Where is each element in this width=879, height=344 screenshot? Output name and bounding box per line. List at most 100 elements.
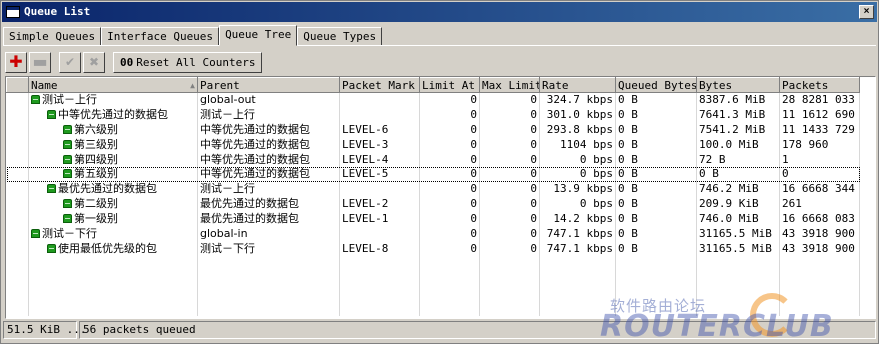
cell-rate: 13.9 kbps bbox=[539, 181, 616, 197]
cell-packets: 16 6668 083 bbox=[779, 211, 860, 227]
queue-name: 测试－下行 bbox=[42, 226, 97, 240]
cell-packet-mark: LEVEL-2 bbox=[339, 196, 420, 212]
table-row[interactable]: 第二级别 最优先通过的数据包 LEVEL-2 0 0 0 bps 0 B 209.9 KiB 2… bbox=[6, 196, 860, 212]
cell-parent: global-in bbox=[197, 226, 340, 242]
row-flag-cell bbox=[6, 196, 29, 212]
cross-icon: ✖ bbox=[88, 55, 100, 69]
cell-queued-bytes: 0 B bbox=[615, 107, 697, 123]
cell-rate: 324.7 kbps bbox=[539, 92, 616, 108]
empty-row bbox=[6, 300, 860, 316]
table-row[interactable]: 第六级别 中等优先通过的数据包 LEVEL-6 0 0 293.8 kbps 0 B 7541… bbox=[6, 122, 860, 138]
row-flag-cell bbox=[6, 107, 29, 123]
cell-limit-at: 0 bbox=[419, 152, 480, 167]
cell-parent: 中等优先通过的数据包 bbox=[197, 166, 340, 182]
cell-parent: 中等优先通过的数据包 bbox=[197, 152, 340, 167]
close-button[interactable]: × bbox=[859, 5, 874, 19]
cell-max-limit: 0 bbox=[479, 241, 540, 257]
cell-packet-mark: LEVEL-1 bbox=[339, 211, 420, 227]
title-bar[interactable]: Queue List × bbox=[2, 2, 877, 22]
column-header-packet-mark[interactable]: Packet Mark bbox=[339, 77, 420, 93]
queue-name: 第一级别 bbox=[74, 212, 118, 226]
cell-queued-bytes: 0 B bbox=[615, 241, 697, 257]
cell-max-limit: 0 bbox=[479, 226, 540, 242]
column-header-packets[interactable]: Packets bbox=[779, 77, 860, 93]
cell-name: 第三级别 bbox=[28, 137, 198, 153]
cell-packets: 261 bbox=[779, 196, 860, 212]
column-header-limit-at[interactable]: Limit At bbox=[419, 77, 480, 93]
table-row[interactable]: 最优先通过的数据包 测试－上行 0 0 13.9 kbps 0 B 746.2 MiB 16 … bbox=[6, 181, 860, 197]
cell-parent: 中等优先通过的数据包 bbox=[197, 122, 340, 138]
cell-bytes: 31165.5 MiB bbox=[696, 241, 780, 257]
row-flag-cell bbox=[6, 241, 29, 257]
column-header-max-limit[interactable]: Max Limit bbox=[479, 77, 540, 93]
cell-limit-at: 0 bbox=[419, 137, 480, 153]
cell-bytes: 746.0 MiB bbox=[696, 211, 780, 227]
column-header-queued-bytes[interactable]: Queued Bytes bbox=[615, 77, 697, 93]
table-row[interactable]: 第三级别 中等优先通过的数据包 LEVEL-3 0 0 1104 bps 0 B 100.0 … bbox=[6, 137, 860, 153]
column-header-flags[interactable] bbox=[6, 77, 29, 93]
cell-queued-bytes: 0 B bbox=[615, 166, 697, 182]
cell-limit-at: 0 bbox=[419, 196, 480, 212]
table-row[interactable]: 第一级别 最优先通过的数据包 LEVEL-1 0 0 14.2 kbps 0 B 746.0 … bbox=[6, 211, 860, 227]
queue-name: 第三级别 bbox=[74, 137, 118, 151]
cell-packet-mark: LEVEL-4 bbox=[339, 152, 420, 167]
row-flag-cell bbox=[6, 166, 29, 182]
cell-queued-bytes: 0 B bbox=[615, 226, 697, 242]
check-icon: ✔ bbox=[64, 55, 76, 69]
table-row[interactable]: 第四级别 中等优先通过的数据包 LEVEL-4 0 0 0 bps 0 B 72 B1 bbox=[6, 152, 860, 167]
queue-name: 测试－上行 bbox=[42, 93, 97, 107]
cell-packet-mark bbox=[339, 181, 420, 197]
reset-all-counters-button[interactable]: 00 Reset All Counters bbox=[113, 51, 263, 73]
enable-button[interactable]: ✔ bbox=[59, 51, 81, 73]
cell-packets: 178 960 bbox=[779, 137, 860, 153]
cell-rate: 0 bps bbox=[539, 196, 616, 212]
column-header-parent[interactable]: Parent bbox=[197, 77, 340, 93]
table-row[interactable]: 中等优先通过的数据包 测试－上行 0 0 301.0 kbps 0 B 7641.3 MiB… bbox=[6, 107, 860, 123]
cell-packet-mark bbox=[339, 92, 420, 108]
queue-icon bbox=[63, 169, 72, 179]
cell-parent: 测试－上行 bbox=[197, 181, 340, 197]
tab-interface-queues[interactable]: Interface Queues bbox=[101, 27, 220, 46]
cell-max-limit: 0 bbox=[479, 137, 540, 153]
plus-icon: ✚ bbox=[9, 52, 23, 71]
table-row[interactable]: 测试－下行 global-in 0 0 747.1 kbps 0 B 31165.5 MiB… bbox=[6, 226, 860, 242]
cell-rate: 293.8 kbps bbox=[539, 122, 616, 138]
cell-max-limit: 0 bbox=[479, 181, 540, 197]
table-row[interactable]: 使用最低优先级的包 测试－下行 LEVEL-8 0 0 747.1 kbps 0 B 3116… bbox=[6, 241, 860, 257]
queue-icon bbox=[63, 124, 72, 134]
empty-row bbox=[6, 286, 860, 301]
reset-all-counters-label: Reset All Counters bbox=[136, 55, 256, 69]
cell-limit-at: 0 bbox=[419, 122, 480, 138]
column-header-rate[interactable]: Rate bbox=[539, 77, 616, 93]
tab-queue-types[interactable]: Queue Types bbox=[297, 27, 383, 46]
add-button[interactable]: ✚ bbox=[5, 51, 27, 73]
cell-packets: 16 6668 344 bbox=[779, 181, 860, 197]
cell-name: 测试－下行 bbox=[28, 226, 198, 242]
disable-button[interactable]: ✖ bbox=[83, 51, 105, 73]
cell-packets: 1 bbox=[779, 152, 860, 167]
column-header-bytes[interactable]: Bytes bbox=[696, 77, 780, 93]
cell-limit-at: 0 bbox=[419, 211, 480, 227]
table-row[interactable]: 测试－上行 global-out 0 0 324.7 kbps 0 B 8387.6 MiB… bbox=[6, 92, 860, 108]
remove-button[interactable]: ▬ bbox=[29, 51, 51, 73]
cell-limit-at: 0 bbox=[419, 241, 480, 257]
cell-bytes: 746.2 MiB bbox=[696, 181, 780, 197]
tab-queue-tree[interactable]: Queue Tree bbox=[219, 25, 298, 46]
cell-rate: 1104 bps bbox=[539, 137, 616, 153]
cell-rate: 301.0 kbps bbox=[539, 107, 616, 123]
cell-max-limit: 0 bbox=[479, 107, 540, 123]
row-flag-cell bbox=[6, 152, 29, 167]
table-row[interactable]: 第五级别 中等优先通过的数据包 LEVEL-5 0 0 0 bps 0 B0 B0 bbox=[6, 166, 860, 182]
queue-name: 最优先通过的数据包 bbox=[58, 182, 157, 196]
cell-packets: 28 8281 033 bbox=[779, 92, 860, 108]
queue-icon bbox=[47, 184, 56, 194]
queue-icon bbox=[47, 243, 56, 253]
queue-name: 第四级别 bbox=[74, 152, 118, 166]
cell-max-limit: 0 bbox=[479, 166, 540, 182]
tab-simple-queues[interactable]: Simple Queues bbox=[3, 27, 102, 46]
column-header-name[interactable]: Name ▲ bbox=[28, 77, 198, 93]
cell-bytes: 7541.2 MiB bbox=[696, 122, 780, 138]
cell-packet-mark: LEVEL-5 bbox=[339, 166, 420, 182]
cell-rate: 747.1 kbps bbox=[539, 226, 616, 242]
cell-bytes: 209.9 KiB bbox=[696, 196, 780, 212]
